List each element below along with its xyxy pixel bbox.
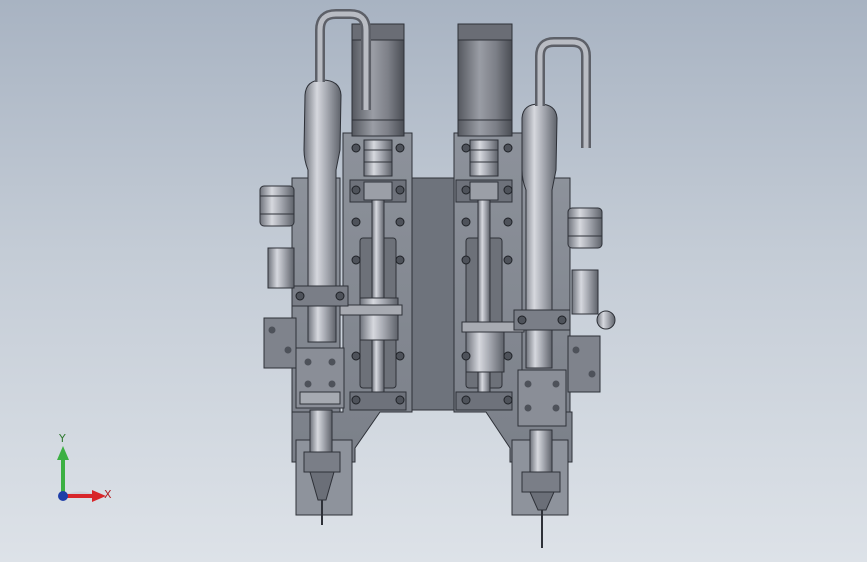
x-axis-label: X xyxy=(104,488,112,501)
right-coupling xyxy=(469,139,499,177)
left-side-fitting xyxy=(259,185,297,369)
left-dispensing-unit xyxy=(259,9,413,525)
coordinate-triad: Y X xyxy=(40,430,130,520)
right-dispensing-unit xyxy=(453,23,616,548)
right-side-fitting xyxy=(567,207,616,393)
z-axis-marker xyxy=(58,491,68,501)
right-nut-block xyxy=(465,329,505,373)
left-nut-block xyxy=(359,297,399,341)
cad-viewport[interactable]: Y X xyxy=(0,0,867,562)
y-axis-label: Y xyxy=(59,432,66,445)
right-syringe-barrel xyxy=(521,103,558,319)
left-stepper-motor xyxy=(351,23,405,137)
right-needle-fitting xyxy=(529,429,553,473)
left-coupling xyxy=(363,139,393,177)
left-syringe-barrel xyxy=(303,79,342,301)
right-lower-carriage xyxy=(517,369,567,427)
right-stepper-motor xyxy=(457,23,513,137)
left-needle-fitting xyxy=(309,409,333,453)
dispensing-assembly-model xyxy=(259,9,616,548)
